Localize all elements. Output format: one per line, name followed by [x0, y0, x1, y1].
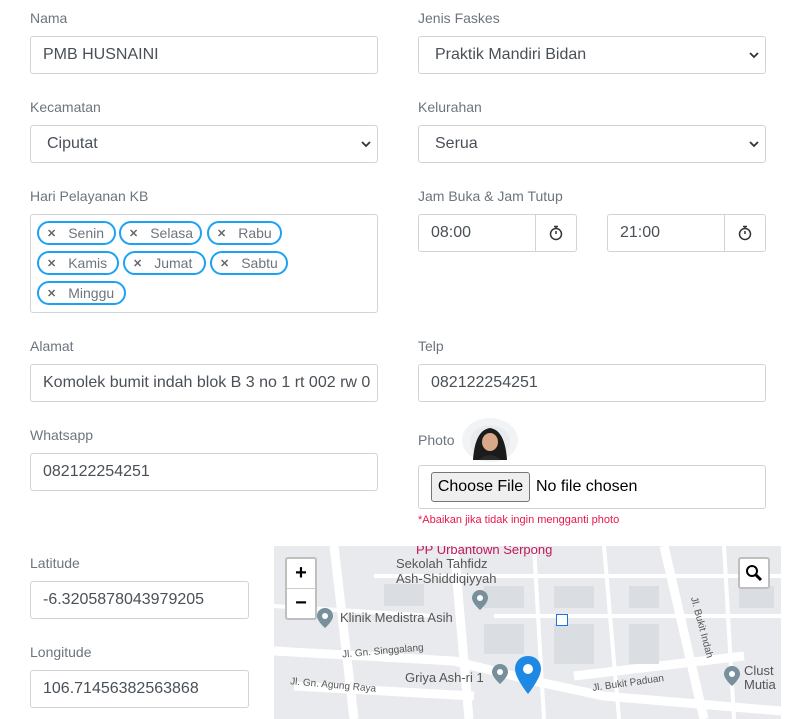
tag-minggu[interactable]: ✕ Minggu — [37, 281, 126, 305]
jenis-faskes-label: Jenis Faskes — [418, 10, 500, 26]
chevron-down-icon — [361, 141, 371, 148]
jam-tutup-picker[interactable] — [724, 214, 766, 252]
jam-buka-picker[interactable] — [535, 214, 577, 252]
remove-tag-icon[interactable]: ✕ — [47, 257, 56, 270]
photo-file-input[interactable]: Choose File No file chosen — [418, 465, 766, 509]
tag-label: Selasa — [150, 225, 194, 241]
longitude-input[interactable]: 106.71456382563868 — [30, 670, 249, 708]
tag-senin[interactable]: ✕ Senin — [37, 221, 116, 245]
tag-label: Kamis — [68, 255, 108, 271]
map-marker-icon — [472, 590, 488, 610]
map-marker-icon — [492, 664, 508, 684]
latitude-input[interactable]: -6.3205878043979205 — [30, 581, 249, 619]
whatsapp-label: Whatsapp — [30, 427, 94, 443]
map-search-icon — [746, 565, 763, 582]
remove-tag-icon[interactable]: ✕ — [129, 227, 138, 240]
alamat-label: Alamat — [30, 338, 74, 354]
map-label-school1: Sekolah Tahfidz — [396, 556, 488, 571]
jam-label: Jam Buka & Jam Tutup — [418, 188, 563, 204]
jenis-faskes-select[interactable]: Praktik Mandiri Bidan — [418, 36, 766, 74]
map-label-school2: Ash-Shiddiqiyyah — [396, 571, 497, 586]
tag-label: Sabtu — [241, 255, 278, 271]
location-marker-icon[interactable] — [515, 656, 541, 694]
photo-note: *Abaikan jika tidak ingin mengganti phot… — [418, 514, 620, 526]
latitude-label: Latitude — [30, 555, 80, 571]
photo-avatar — [462, 418, 518, 462]
remove-tag-icon[interactable]: ✕ — [220, 257, 229, 270]
map-view[interactable]: PP Urbantown Serpong Sekolah Tahfidz Ash… — [274, 546, 781, 719]
telp-label: Telp — [418, 338, 444, 354]
tag-label: Jumat — [154, 255, 193, 271]
tag-rabu[interactable]: ✕ Rabu — [207, 221, 282, 245]
chevron-down-icon — [749, 141, 759, 148]
alamat-input[interactable]: Komolek bumit indah blok B 3 no 1 rt 002… — [30, 364, 378, 402]
jenis-faskes-value: Praktik Mandiri Bidan — [435, 46, 587, 63]
map-search-button[interactable] — [738, 557, 770, 589]
file-status: No file chosen — [536, 478, 638, 495]
kecamatan-label: Kecamatan — [30, 99, 101, 115]
tag-label: Rabu — [238, 225, 272, 241]
jam-tutup-input[interactable]: 21:00 — [607, 214, 725, 252]
zoom-out-button[interactable]: − — [287, 589, 315, 618]
remove-tag-icon[interactable]: ✕ — [47, 227, 56, 240]
timer-icon — [738, 225, 752, 241]
map-zoom-control: + − — [285, 557, 317, 620]
jam-buka-input[interactable]: 08:00 — [418, 214, 536, 252]
nama-input[interactable]: PMB HUSNAINI — [30, 36, 378, 74]
zoom-in-button[interactable]: + — [287, 559, 315, 589]
map-bus-stop — [556, 614, 568, 626]
tag-kamis[interactable]: ✕ Kamis — [37, 251, 119, 275]
tag-selasa[interactable]: ✕ Selasa — [119, 221, 202, 245]
remove-tag-icon[interactable]: ✕ — [133, 257, 142, 270]
tag-label: Senin — [68, 225, 105, 241]
remove-tag-icon[interactable]: ✕ — [217, 227, 226, 240]
photo-label: Photo — [418, 432, 455, 448]
tag-label: Minggu — [68, 285, 115, 301]
hari-label: Hari Pelayanan KB — [30, 188, 149, 204]
kelurahan-label: Kelurahan — [418, 99, 482, 115]
hari-tags-input[interactable]: ✕ Senin ✕ Selasa ✕ Rabu ✕ Kamis ✕ Jumat ✕ Sabt… — [30, 214, 378, 313]
telp-input[interactable]: 082122254251 — [418, 364, 766, 402]
map-label-cluster1: Clust — [744, 663, 774, 678]
timer-icon — [549, 225, 563, 241]
longitude-label: Longitude — [30, 644, 92, 660]
kecamatan-select[interactable]: Ciputat — [30, 125, 378, 163]
kecamatan-value: Ciputat — [47, 135, 98, 152]
map-label-griya: Griya Ash-ri 1 — [405, 670, 484, 685]
chevron-down-icon — [749, 52, 759, 59]
kelurahan-select[interactable]: Serua — [418, 125, 766, 163]
map-marker-icon — [724, 666, 740, 686]
kelurahan-value: Serua — [435, 135, 478, 152]
whatsapp-input[interactable]: 082122254251 — [30, 453, 378, 491]
tag-sabtu[interactable]: ✕ Sabtu — [210, 251, 288, 275]
tag-jumat[interactable]: ✕ Jumat — [123, 251, 206, 275]
choose-file-button[interactable]: Choose File — [431, 472, 530, 502]
map-label-clinic: Klinik Medistra Asih — [340, 610, 453, 625]
map-label-cluster2: Mutia — [744, 677, 776, 692]
remove-tag-icon[interactable]: ✕ — [47, 287, 56, 300]
map-marker-icon — [317, 608, 333, 628]
nama-label: Nama — [30, 10, 68, 26]
